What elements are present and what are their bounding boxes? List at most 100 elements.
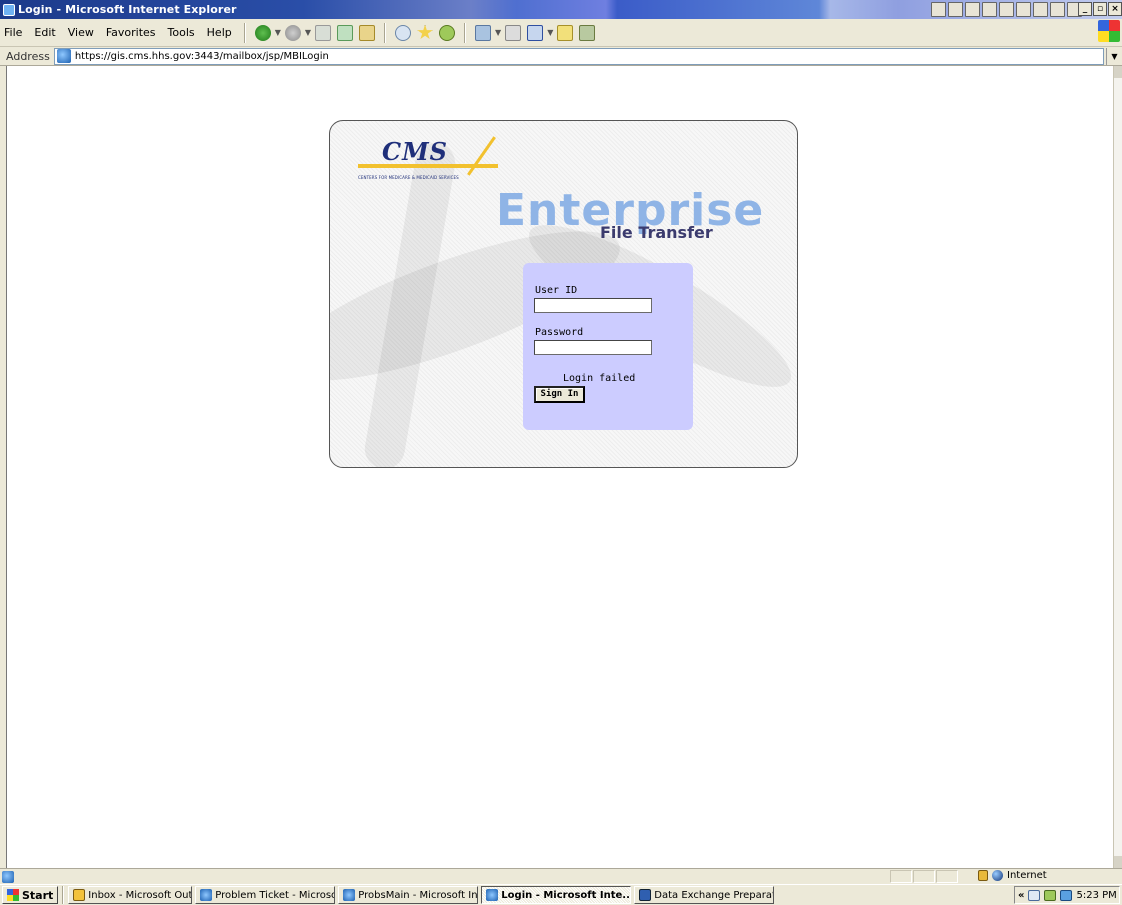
ie-icon [3,3,15,16]
login-card: CMS Centers for Medicare & Medicaid Serv… [329,120,798,468]
address-url[interactable]: https://gis.cms.hhs.gov:3443/mailbox/jsp… [75,51,329,62]
word-icon [639,889,652,901]
address-bar: Address https://gis.cms.hhs.gov:3443/mai… [0,47,1122,66]
status-pane [890,870,912,883]
user-icon[interactable] [1060,889,1073,901]
menu-file[interactable]: File [0,26,28,39]
network-icon[interactable] [1044,889,1057,901]
taskbar-item-login[interactable]: Login - Microsoft Inte... [481,886,632,904]
back-icon[interactable] [254,24,271,41]
close-icon[interactable]: × [1108,2,1122,16]
menu-bar: File Edit View Favorites Tools Help ▼ ▼ … [0,19,1122,47]
refresh-icon[interactable] [337,24,354,41]
address-input[interactable]: https://gis.cms.hhs.gov:3443/mailbox/jsp… [53,47,1104,65]
app-icon[interactable] [1016,2,1031,17]
minimize-icon[interactable]: _ [1078,2,1092,16]
password-label: Password [535,327,584,338]
tray-expand-icon[interactable]: « [1018,890,1024,901]
app-icon[interactable] [965,2,980,17]
status-pane [936,870,958,883]
start-label: Start [22,888,54,902]
app-icon[interactable] [982,2,997,17]
task-label: Inbox - Microsoft Outlook [88,889,193,901]
forward-icon[interactable] [284,24,301,41]
password-field[interactable] [534,340,652,355]
ie-icon [486,889,499,901]
page-icon [56,49,71,63]
login-error-message: Login failed [563,373,636,384]
edit-icon[interactable] [527,24,544,41]
status-bar: Internet [0,868,1122,884]
taskbar-item-data-exchange[interactable]: Data Exchange Preparati... [634,886,775,904]
address-label: Address [6,49,50,63]
stop-icon[interactable] [315,24,332,41]
toolbar-separator [464,22,467,43]
discuss-icon[interactable] [557,24,574,41]
menu-favorites[interactable]: Favorites [100,26,162,39]
menu-edit[interactable]: Edit [28,26,61,39]
cms-logo-text: CMS [382,137,448,166]
windows-flag-icon [7,889,19,901]
task-label: Data Exchange Preparati... [654,889,773,901]
window-title: Login - Microsoft Internet Explorer [18,3,237,16]
sign-in-button[interactable]: Sign In [534,386,585,403]
search-icon[interactable] [395,24,412,41]
system-tray: « 5:23 PM [1014,886,1120,904]
start-button[interactable]: Start [2,886,59,904]
app-icon[interactable] [931,2,946,17]
globe-icon [992,870,1003,881]
history-icon[interactable] [439,24,456,41]
taskbar-item-probsmain[interactable]: ProbsMain - Microsoft Int... [338,886,479,904]
app-icon[interactable] [1050,2,1065,17]
clock: 5:23 PM [1076,889,1117,901]
home-icon[interactable] [359,24,376,41]
task-label: ProbsMain - Microsoft Int... [358,889,479,901]
favorites-icon[interactable] [417,24,433,40]
user-id-field[interactable] [534,298,652,313]
status-pane [913,870,935,883]
vertical-scrollbar[interactable] [1113,66,1122,868]
scroll-down-icon[interactable] [1114,856,1122,868]
ie-icon [200,889,213,901]
cms-logo-subtitle: Centers for Medicare & Medicaid Services [358,175,459,180]
task-label: Problem Ticket - Microsof... [215,889,334,901]
zone-label: Internet [1007,870,1047,881]
print-icon[interactable] [505,24,522,41]
back-dropdown-icon[interactable]: ▼ [275,28,281,37]
ie-icon [343,889,356,901]
app-icon[interactable] [1033,2,1048,17]
edit-dropdown-icon[interactable]: ▼ [547,28,553,37]
user-id-label: User ID [535,285,578,296]
login-form: User ID Password Login failed Sign In [523,263,693,430]
logo-slash [467,136,496,176]
menu-view[interactable]: View [62,26,100,39]
mail-icon[interactable] [1028,889,1041,901]
messenger-icon[interactable] [579,24,596,41]
page-content: CMS Centers for Medicare & Medicaid Serv… [6,66,1113,868]
status-panes [890,870,959,883]
title-bar: Login - Microsoft Internet Explorer _ ▫ … [0,0,1122,19]
window-controls: _ ▫ × [1078,2,1122,16]
toolbar-separator [384,22,387,43]
cms-logo: CMS Centers for Medicare & Medicaid Serv… [350,129,498,180]
taskbar-item-problem-ticket[interactable]: Problem Ticket - Microsof... [195,886,336,904]
taskbar-divider [62,886,65,904]
forward-dropdown-icon[interactable]: ▼ [305,28,311,37]
taskbar: Start Inbox - Microsoft Outlook Problem … [0,884,1122,905]
maximize-icon[interactable]: ▫ [1093,2,1107,16]
task-label: Login - Microsoft Inte... [501,889,632,901]
lock-icon[interactable] [978,870,988,881]
toolbar-separator [243,22,246,43]
scroll-up-icon[interactable] [1114,66,1122,78]
quick-launch-icons [931,2,1082,17]
address-dropdown-icon[interactable]: ▼ [1106,47,1122,65]
menu-tools[interactable]: Tools [162,26,201,39]
app-icon[interactable] [999,2,1014,17]
product-subtitle: File Transfer [600,223,713,242]
app-icon[interactable] [948,2,963,17]
mail-dropdown-icon[interactable]: ▼ [495,28,501,37]
mail-icon[interactable] [475,24,492,41]
taskbar-item-outlook[interactable]: Inbox - Microsoft Outlook [68,886,193,904]
outlook-icon [73,889,86,901]
menu-help[interactable]: Help [201,26,238,39]
